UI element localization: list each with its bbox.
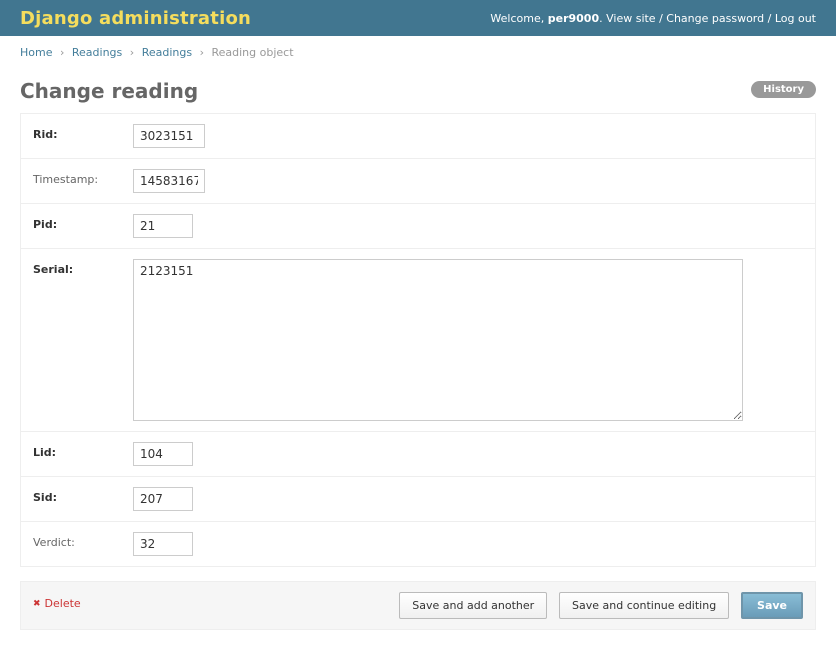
username: per9000	[548, 12, 599, 25]
object-tools: History	[751, 81, 816, 98]
breadcrumb-model[interactable]: Readings	[142, 46, 192, 59]
label-verdict: Verdict:	[33, 532, 133, 551]
input-verdict[interactable]	[133, 532, 193, 556]
input-timestamp[interactable]	[133, 169, 205, 193]
field-row-rid: Rid:	[21, 114, 815, 159]
label-sid: Sid:	[33, 487, 133, 506]
breadcrumb: Home › Readings › Readings › Reading obj…	[0, 36, 836, 69]
label-pid: Pid:	[33, 214, 133, 233]
input-pid[interactable]	[133, 214, 193, 238]
content: Change reading History Rid: Timestamp: P…	[0, 69, 836, 650]
label-serial: Serial:	[33, 259, 133, 278]
fieldset: Rid: Timestamp: Pid: Serial:	[20, 113, 816, 567]
field-row-pid: Pid:	[21, 204, 815, 249]
site-title: Django administration	[20, 8, 251, 29]
label-timestamp: Timestamp:	[33, 169, 133, 188]
history-button[interactable]: History	[751, 81, 816, 98]
label-rid: Rid:	[33, 124, 133, 143]
welcome-text: Welcome,	[490, 12, 547, 25]
change-form: Rid: Timestamp: Pid: Serial:	[20, 113, 816, 630]
field-row-lid: Lid:	[21, 432, 815, 477]
input-rid[interactable]	[133, 124, 205, 148]
page-title: Change reading	[20, 79, 198, 103]
change-password-link[interactable]: Change password	[666, 12, 764, 25]
view-site-link[interactable]: View site	[606, 12, 655, 25]
field-row-sid: Sid:	[21, 477, 815, 522]
label-lid: Lid:	[33, 442, 133, 461]
site-header: Django administration Welcome, per9000. …	[0, 0, 836, 36]
field-row-timestamp: Timestamp:	[21, 159, 815, 204]
input-lid[interactable]	[133, 442, 193, 466]
user-tools: Welcome, per9000. View site / Change pas…	[490, 12, 816, 25]
delete-link[interactable]: Delete	[33, 597, 81, 610]
input-sid[interactable]	[133, 487, 193, 511]
breadcrumb-home[interactable]: Home	[20, 46, 52, 59]
breadcrumb-app[interactable]: Readings	[72, 46, 122, 59]
input-serial[interactable]	[133, 259, 743, 421]
logout-link[interactable]: Log out	[775, 12, 816, 25]
breadcrumb-object: Reading object	[211, 46, 293, 59]
field-row-serial: Serial:	[21, 249, 815, 432]
field-row-verdict: Verdict:	[21, 522, 815, 566]
